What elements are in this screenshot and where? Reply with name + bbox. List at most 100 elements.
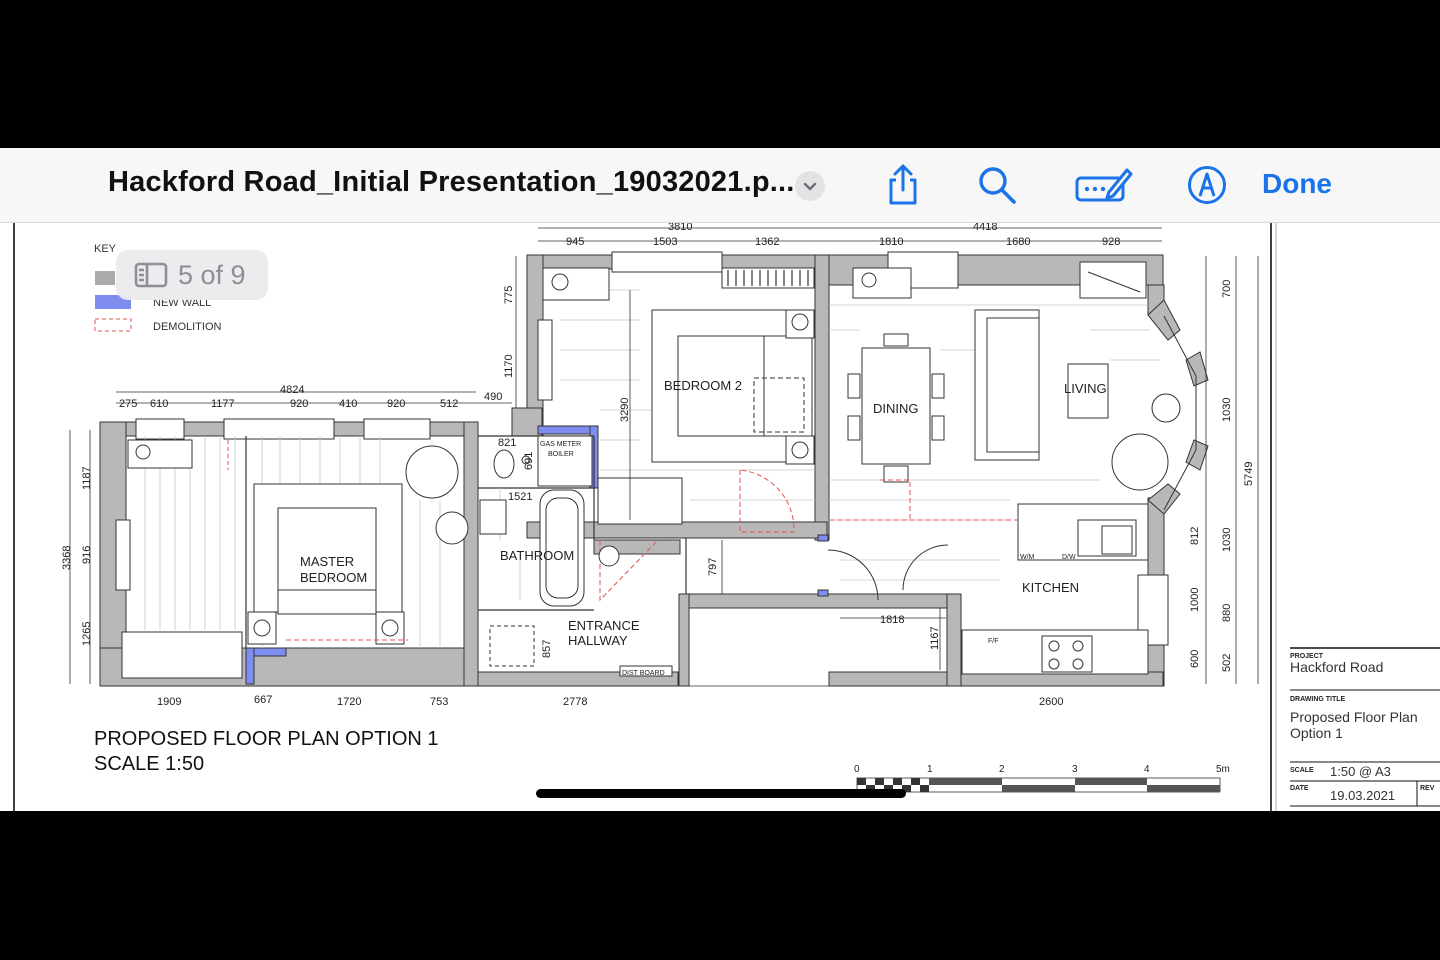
scale-tick: 4 (1144, 764, 1150, 775)
tb-project: Hackford Road (1290, 659, 1383, 675)
room-label-master: MASTER (300, 554, 354, 569)
dim-label: 1000 (1189, 588, 1201, 612)
label-gas-meter: GAS METER (540, 441, 581, 448)
room-label-bedroom2: BEDROOM 2 (664, 378, 742, 393)
dim-label: 3368 (61, 546, 73, 570)
page-count: 5 of 9 (178, 259, 246, 290)
markup-button[interactable] (1074, 162, 1134, 208)
scale-bar: 0 1 2 3 4 5m (854, 764, 1230, 793)
room-label-entrance: ENTRANCE (568, 618, 640, 633)
dim-label: 490 (484, 391, 502, 403)
dim-label: 812 (1189, 527, 1201, 545)
dim-label: 1818 (880, 614, 904, 626)
dim-label: 275 (119, 398, 137, 410)
dim-label: 691 (523, 452, 535, 470)
share-button[interactable] (880, 162, 926, 208)
dim-label: 880 (1221, 604, 1233, 622)
tb-scale: 1:50 @ A3 (1330, 764, 1391, 779)
dim-label: 920 (290, 398, 308, 410)
label-dist-board: DIST BOARD (622, 670, 665, 677)
dim-label: 753 (430, 696, 448, 708)
dim-label: 920 (387, 398, 405, 410)
dim-label: 667 (254, 694, 272, 706)
scale-tick: 5m (1216, 764, 1230, 775)
label-wm: W/M (1020, 554, 1035, 561)
home-indicator[interactable] (536, 789, 906, 798)
dim-label: 1265 (81, 622, 93, 646)
dim-label: 502 (1221, 654, 1233, 672)
chevron-down-icon (803, 182, 817, 191)
dim-label: 1167 (929, 626, 941, 650)
dim-label: 2600 (1039, 696, 1063, 708)
annotate-icon (1188, 166, 1226, 204)
dim-label: 1187 (81, 466, 93, 490)
search-button[interactable] (974, 162, 1020, 208)
bathroom-fixtures (479, 435, 593, 607)
dim-label: 857 (541, 640, 553, 658)
dim-label: 916 (81, 546, 93, 564)
dim-label: 1720 (337, 696, 361, 708)
pdf-toolbar: Hackford Road_Initial Presentation_19032… (0, 148, 1440, 223)
scale-tick: 1 (927, 764, 933, 775)
scale-tick: 2 (999, 764, 1005, 775)
dim-label: 1170 (503, 354, 515, 378)
label-ff: F/F (988, 638, 999, 645)
dim-label: 1362 (755, 236, 779, 248)
dim-label: 1177 (211, 398, 235, 410)
tb-drawing-title-2: Option 1 (1290, 725, 1343, 741)
dim-label: 4824 (280, 384, 304, 396)
room-label-living: LIVING (1064, 381, 1107, 396)
tb-drawing-title-1: Proposed Floor Plan (1290, 709, 1418, 725)
tb-rev-label: REV (1420, 785, 1435, 792)
page-indicator[interactable]: 5 of 9 (116, 250, 268, 300)
dim-label: 945 (566, 236, 584, 248)
hall-mat (489, 625, 535, 667)
thumbnails-icon (134, 262, 168, 288)
dim-label: 5749 (1243, 462, 1255, 486)
tb-scale-label: SCALE (1290, 767, 1314, 774)
done-button[interactable]: Done (1262, 168, 1332, 200)
dim-label: 600 (1189, 650, 1201, 668)
key-demolition-swatch (94, 318, 132, 332)
dim-label: 700 (1221, 280, 1233, 298)
drawing-caption: PROPOSED FLOOR PLAN OPTION 1 (94, 728, 439, 750)
label-boiler: BOILER (548, 451, 574, 458)
dim-label: 1680 (1006, 236, 1030, 248)
key-demolition: DEMOLITION (153, 321, 222, 333)
search-icon (979, 167, 1016, 204)
dim-label: 821 (498, 437, 516, 449)
tb-date: 19.03.2021 (1330, 788, 1395, 803)
pdf-page[interactable]: KEY NEW WALL DEMOLITION 3810 4418 945 15… (0, 223, 1440, 811)
dim-label: 3290 (619, 398, 631, 422)
room-label-hallway: HALLWAY (568, 633, 628, 648)
annotate-button[interactable] (1184, 162, 1230, 208)
dim-label: 1521 (508, 491, 532, 503)
title-menu-button[interactable] (795, 171, 825, 201)
dim-label: 928 (1102, 236, 1120, 248)
markup-pen-icon (1075, 168, 1133, 202)
dim-label: 410 (339, 398, 357, 410)
dim-label: 775 (503, 286, 515, 304)
tb-date-label: DATE (1290, 785, 1309, 792)
room-label-kitchen: KITCHEN (1022, 580, 1079, 595)
share-icon (889, 164, 917, 205)
dim-label: 1810 (879, 236, 903, 248)
title-block: PROJECT Hackford Road DRAWING TITLE Prop… (1290, 647, 1440, 807)
dining-table (847, 267, 945, 483)
tb-drawing-title-label: DRAWING TITLE (1290, 696, 1346, 703)
room-label-master-2: BEDROOM (300, 570, 367, 585)
scale-tick: 3 (1072, 764, 1078, 775)
dim-label: 4418 (973, 223, 997, 233)
dim-label: 1030 (1221, 398, 1233, 422)
floor-plan-drawing: KEY NEW WALL DEMOLITION 3810 4418 945 15… (13, 223, 1440, 811)
dim-label: 797 (707, 558, 719, 576)
dim-label: 1030 (1221, 528, 1233, 552)
key-existing-swatch (95, 271, 115, 285)
dim-label: 1503 (653, 236, 677, 248)
label-dw: D/W (1062, 554, 1076, 561)
document-title[interactable]: Hackford Road_Initial Presentation_19032… (108, 166, 795, 199)
key-heading: KEY (94, 243, 117, 255)
drawing-scale: SCALE 1:50 (94, 753, 204, 775)
dim-label: 1909 (157, 696, 181, 708)
dim-label: 2778 (563, 696, 587, 708)
